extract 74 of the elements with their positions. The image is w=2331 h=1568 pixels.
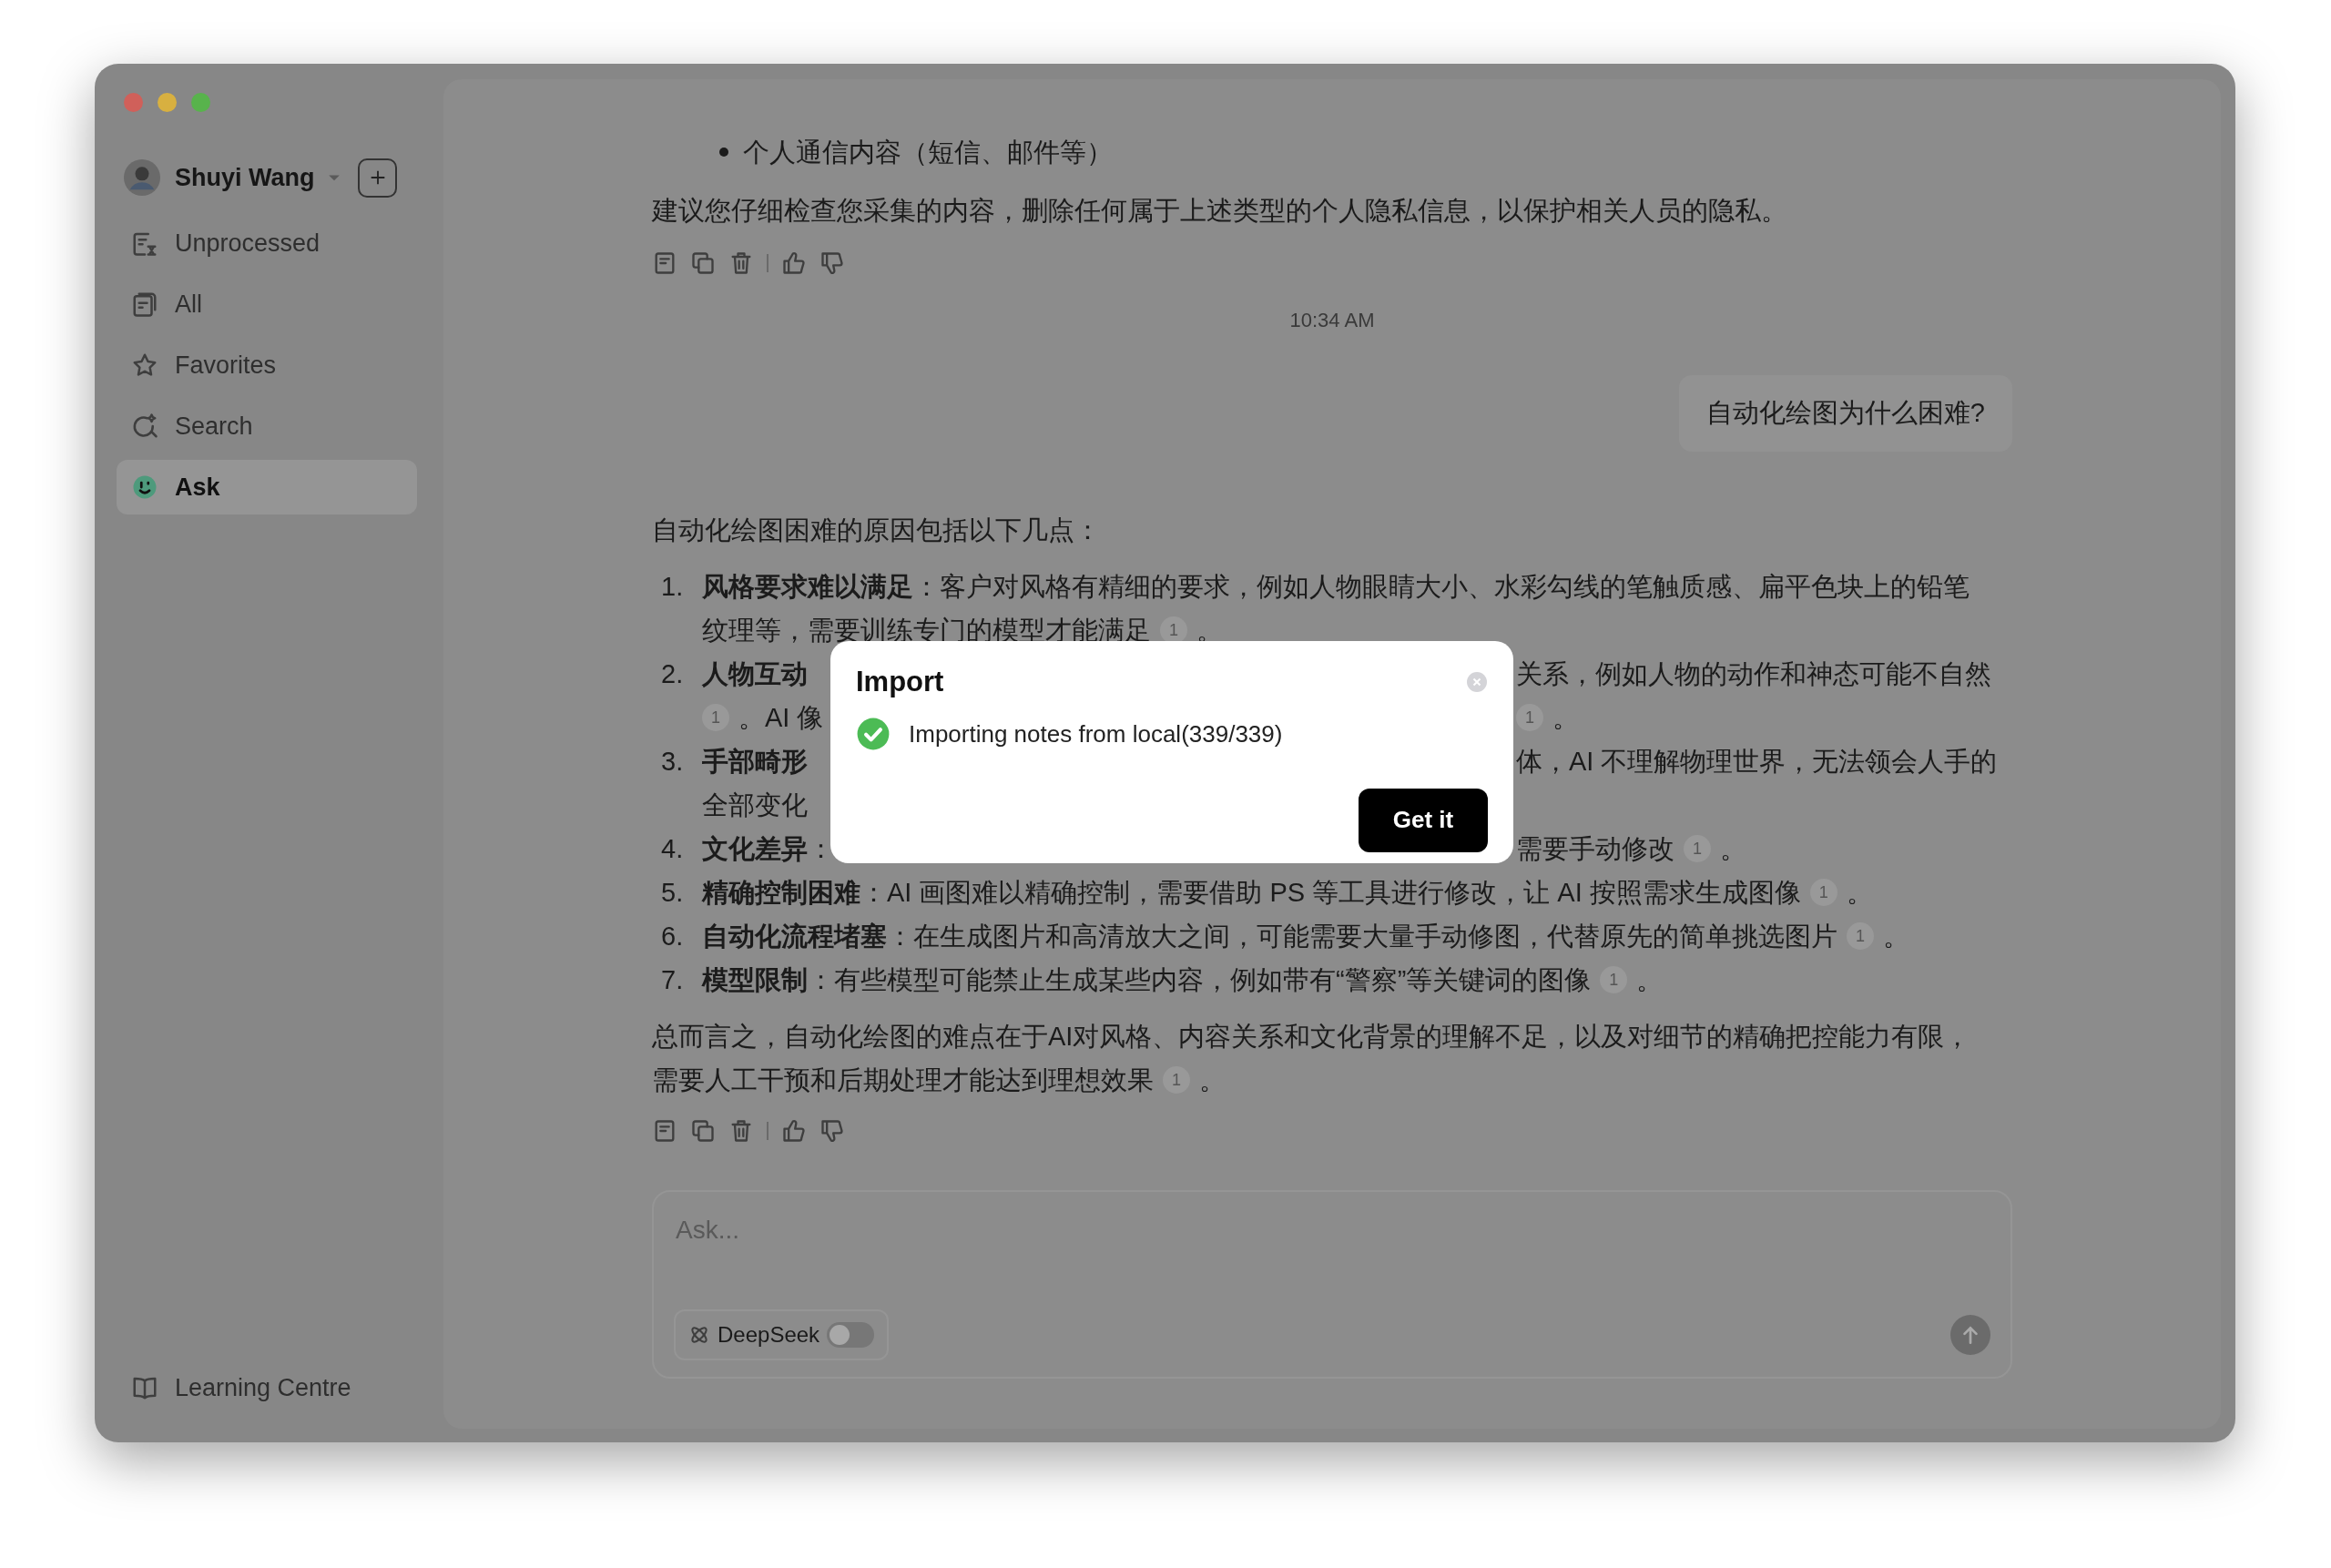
citation-badge[interactable]: 1 [1684,834,1711,862]
copy-icon[interactable] [690,250,716,276]
atom-icon [688,1324,710,1346]
bold-term: 文化差异 [702,832,808,865]
answer-text: 。 [1199,1064,1226,1096]
citation-badge[interactable]: 1 [702,703,729,731]
bold-term: 手部畸形 [702,745,808,778]
avatar-icon [124,159,160,196]
sidebar-item[interactable]: Search [117,399,417,453]
sidebar-item[interactable]: Favorites [117,338,417,392]
sidebar-item[interactable]: Ask [117,460,417,514]
dialog-message: Importing notes from local(339/339) [909,718,1283,749]
star-icon [131,351,158,379]
answer-text: 需要人工干预和后期处理才能达到理想效果 [652,1064,1154,1096]
minimize-button[interactable] [158,93,177,112]
list-number: 7. [661,963,685,996]
bold-term: 自动化流程堵塞 [702,920,887,952]
bold-term: 人物互动 [702,657,808,690]
answer-text: 关系，例如人物的动作和神态可能不自然 [1516,657,1991,690]
add-button[interactable] [358,158,397,198]
citation-badge[interactable]: 1 [1160,616,1187,644]
get-it-button[interactable]: Get it [1359,788,1488,852]
answer-text: 。 [1636,963,1664,996]
model-toggle-chip[interactable]: DeepSeek [674,1309,890,1360]
citation-badge[interactable]: 1 [1809,878,1837,906]
list-number: 1. [661,570,685,603]
bullet-text: 个人通信内容（短信、邮件等） [743,137,1113,168]
answer-text: ：有些模型可能禁止生成某些内容，例如带有“警察”等关键词的图像 [808,963,1592,996]
list-number: 3. [661,745,685,778]
answer-text: 。AI 像 [738,701,824,734]
search-icon [131,412,158,440]
answer-text: 。 [1720,832,1746,865]
thumbs-up-icon[interactable] [781,1117,807,1144]
timestamp: 10:34 AM [1289,308,1375,333]
list-number: 2. [661,657,685,690]
smiley-icon [131,473,158,501]
thumbs-down-icon[interactable] [819,250,845,276]
citation-badge[interactable]: 1 [1516,703,1543,731]
thumbs-down-icon[interactable] [819,1117,845,1144]
answer-text: 。 [1552,701,1579,734]
list-number: 4. [661,832,685,865]
answer-text: 。 [1883,920,1909,952]
check-circle-icon [856,717,891,751]
toggle-switch[interactable] [827,1322,875,1348]
answer-text: ：AI 画图难以精确控制，需要借助 PS 等工具进行修改，让 AI 按照需求生成图像 [860,876,1801,909]
answer-text: 。 [1846,876,1873,909]
dialog-title: Import [856,665,944,699]
answer-text: ：客户对风格有精细的要求，例如人物眼睛大小、水彩勾线的笔触质感、扁平色块上的铅笔 [913,570,1970,603]
answer-text: 全部变化 [702,789,808,821]
answer-text: ：在生成图片和高清放大之间，可能需要大量手动修图，代替原先的简单挑选图片 [887,920,1837,952]
user-message-bubble: 自动化绘图为什么困难? [1678,375,2012,452]
answer-text: ： [808,832,834,865]
sidebar-item[interactable]: Unprocessed [117,216,417,270]
list-number: 5. [661,876,685,909]
answer-text: 体，AI 不理解物理世界，无法领会人手的 [1516,745,1998,778]
bullet-dot [719,148,728,157]
answer-text: 总而言之，自动化绘图的难点在于AI对风格、内容关系和文化背景的理解不足，以及对细节的精确把控能力有限， [652,1020,1971,1053]
answer-paragraph: 建议您仔细检查您采集的内容，删除任何属于上述类型的个人隐私信息，以保护相关人员的隐私。 [652,195,1787,227]
bold-term: 风格要求难以满足 [702,570,913,603]
sidebar-item[interactable]: All [117,277,417,331]
learning-centre-link[interactable]: Learning Centre [117,1360,417,1415]
answer-text: 需要手动修改 [1516,832,1674,865]
citation-badge[interactable]: 1 [1163,1065,1190,1094]
citation-badge[interactable]: 1 [1600,965,1628,993]
thumbs-up-icon[interactable] [781,250,807,276]
bold-term: 精确控制困难 [702,876,860,909]
citation-badge[interactable]: 1 [1847,921,1874,950]
answer-paragraph: 自动化绘图困难的原因包括以下几点： [652,514,1101,546]
stacked-notes-icon [131,290,158,318]
bold-term: 模型限制 [702,963,808,996]
copy-icon[interactable] [690,1117,716,1144]
list-number: 6. [661,920,685,952]
user-name[interactable]: Shuyi Wang [175,158,325,197]
send-button[interactable] [1950,1315,1990,1355]
